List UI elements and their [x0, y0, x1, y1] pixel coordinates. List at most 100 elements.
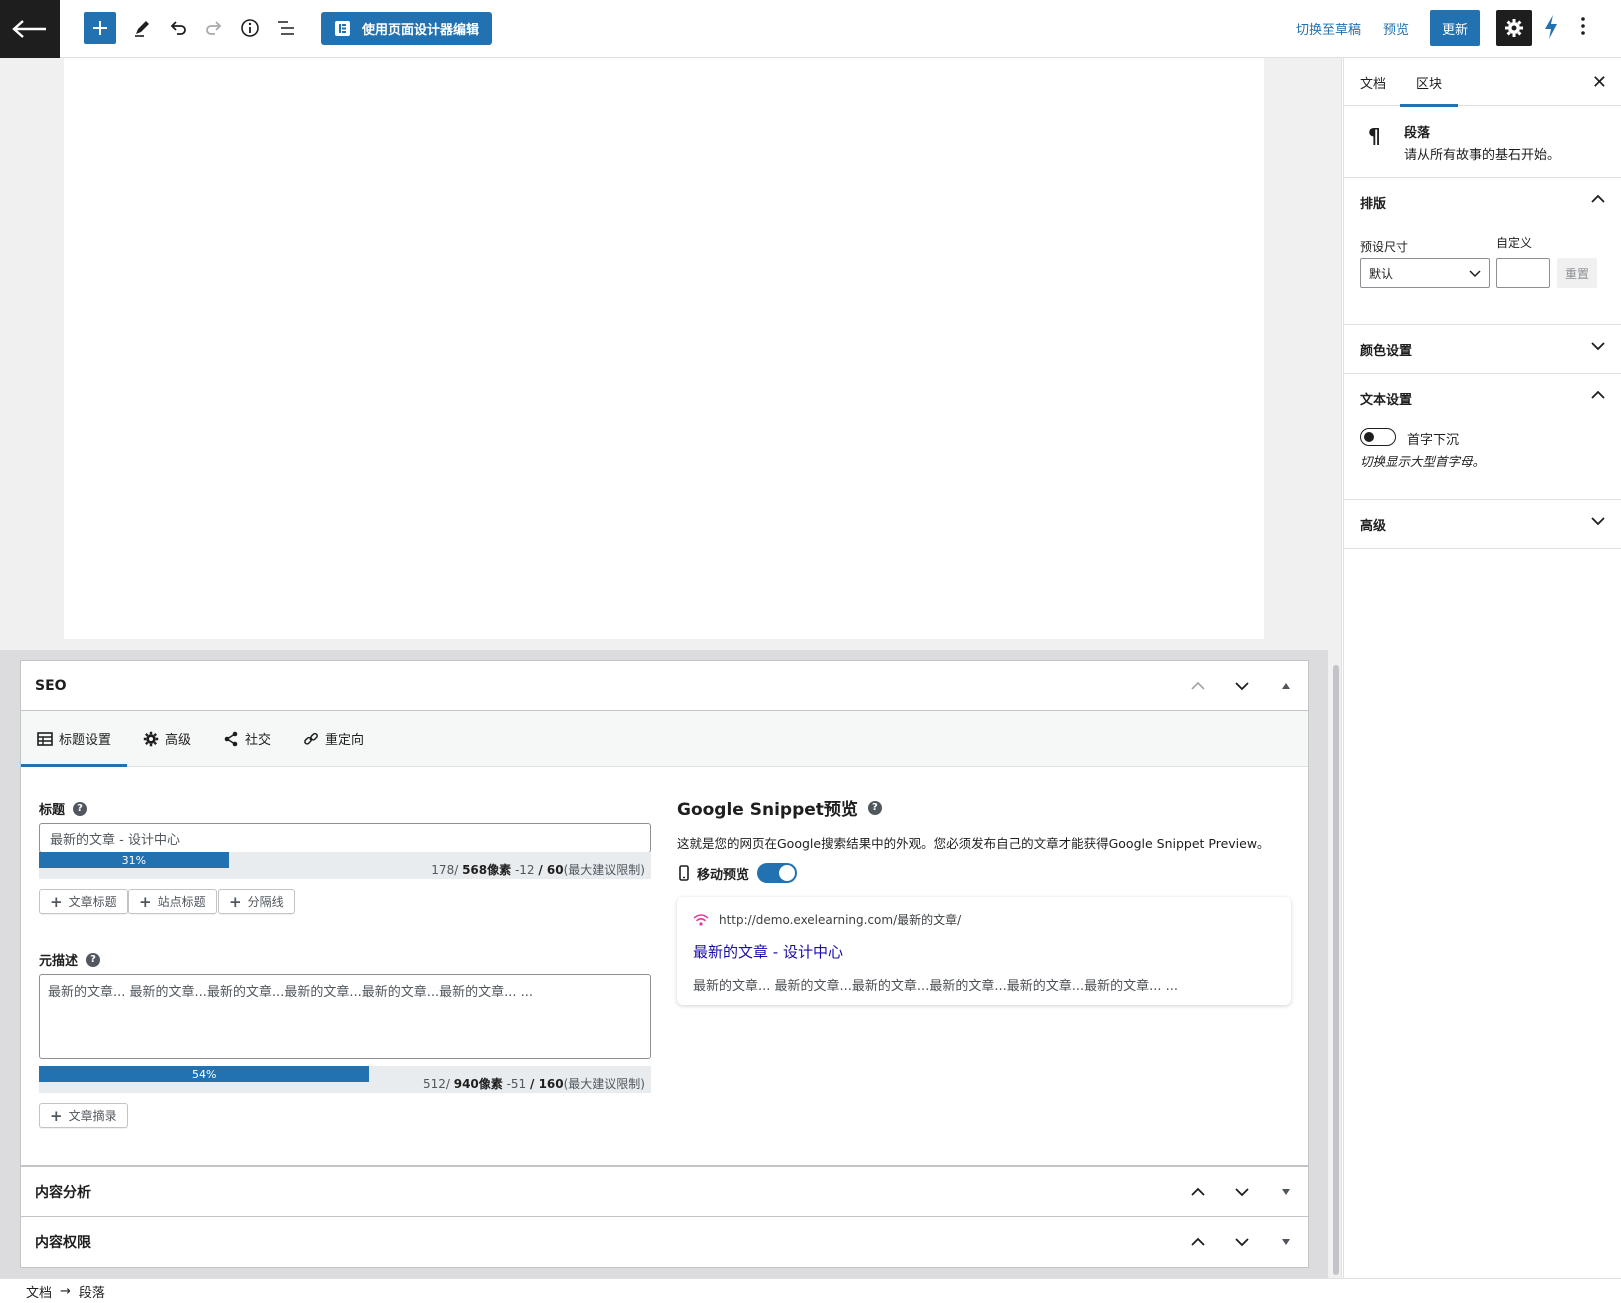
list-view-button[interactable]: [270, 12, 302, 44]
snippet-preview-heading: Google Snippet预览 ?: [677, 795, 882, 820]
triangle-up-icon: [1282, 683, 1290, 689]
insert-excerpt-button[interactable]: + 文章摘录: [39, 1103, 128, 1128]
seo-tab-content: 标题 ? 最新的文章 - 设计中心 31% 178/ 568像素 -12 / 6…: [21, 767, 1308, 1165]
advanced-title: 高级: [1360, 518, 1387, 534]
content-access-controls: [1176, 1217, 1308, 1267]
page-designer-label: 使用页面设计器编辑: [362, 23, 480, 38]
toggle-panel-button[interactable]: [1264, 1167, 1308, 1217]
move-up-button[interactable]: [1176, 661, 1220, 711]
seo-title-input[interactable]: 最新的文章 - 设计中心: [39, 823, 651, 853]
tools-button[interactable]: [126, 12, 158, 44]
seo-box-controls: [1176, 661, 1308, 711]
back-arrow-button[interactable]: [0, 0, 60, 58]
mobile-preview-toggle[interactable]: [757, 863, 798, 883]
toggle-panel-button[interactable]: [1264, 1217, 1308, 1267]
gear-icon: [1505, 19, 1523, 37]
arrow-left-icon: [12, 20, 46, 38]
editor-canvas[interactable]: [64, 58, 1264, 639]
performance-button[interactable]: [1543, 14, 1559, 44]
tab-advanced[interactable]: 高级: [127, 711, 207, 766]
block-breadcrumb: 文档 → 段落: [0, 1278, 1621, 1303]
snippet-url-row: http://demo.exelearning.com/最新的文章/: [693, 911, 961, 928]
drop-cap-toggle[interactable]: [1360, 428, 1396, 446]
toggle-panel-button[interactable]: [1264, 661, 1308, 711]
move-up-button[interactable]: [1176, 1217, 1220, 1267]
help-icon[interactable]: ?: [86, 952, 101, 967]
content-analysis-header[interactable]: 内容分析: [21, 1167, 1308, 1217]
elementor-icon: [335, 21, 350, 36]
lightning-bolt-icon: [1545, 15, 1557, 39]
breadcrumb-paragraph[interactable]: 段落: [79, 1282, 105, 1301]
editor-toolbar: 使用页面设计器编辑 切换至草稿 预览 更新: [0, 0, 1621, 58]
close-icon[interactable]: ✕: [1592, 72, 1607, 93]
chevron-up-icon: [1591, 390, 1605, 399]
undo-button[interactable]: [162, 12, 194, 44]
redo-icon: [206, 21, 222, 35]
insert-site-title-button[interactable]: + 站点标题: [128, 889, 217, 914]
custom-size-label: 自定义: [1496, 236, 1533, 250]
google-snippet-card: http://demo.exelearning.com/最新的文章/ 最新的文章…: [677, 897, 1291, 1005]
seo-box-header: SEO: [21, 661, 1308, 711]
help-icon[interactable]: ?: [867, 800, 882, 815]
advanced-panel-header[interactable]: 高级: [1344, 500, 1621, 548]
tab-document[interactable]: 文档: [1344, 58, 1402, 106]
triangle-down-icon: [1282, 1239, 1290, 1245]
color-settings-header[interactable]: 颜色设置: [1344, 325, 1621, 373]
add-block-button[interactable]: [84, 12, 116, 44]
switch-to-draft-link[interactable]: 切换至草稿: [1296, 19, 1361, 38]
help-icon[interactable]: ?: [73, 801, 88, 816]
plus-icon: +: [229, 892, 242, 911]
chevron-down-icon: [1235, 682, 1249, 691]
chevron-up-icon: [1591, 194, 1605, 203]
move-down-button[interactable]: [1220, 1217, 1264, 1267]
meta-boxes-area: SEO 标题设置 高级 社交 重定向 标题 ? 最新的文章 - 设计中心 31%…: [0, 650, 1328, 1280]
move-down-button[interactable]: [1220, 661, 1264, 711]
details-button[interactable]: [234, 12, 266, 44]
list-view-icon: [278, 21, 294, 35]
tab-social-label: 社交: [245, 733, 272, 748]
snippet-description: 这就是您的网页在Google搜索结果中的外观。您必须发布自己的文章才能获得Goo…: [677, 836, 1270, 851]
font-size-select[interactable]: 默认: [1360, 258, 1490, 288]
description-meter-fill: 54%: [39, 1066, 370, 1082]
description-length-meter: 54% 512/ 940像素 -51 / 160(最大建议限制): [39, 1066, 651, 1093]
settings-button[interactable]: [1496, 10, 1532, 46]
undo-icon: [170, 21, 186, 35]
move-up-button[interactable]: [1176, 1167, 1220, 1217]
chevron-down-icon: [1591, 342, 1605, 351]
update-button[interactable]: 更新: [1430, 10, 1480, 46]
snippet-url: http://demo.exelearning.com/最新的文章/: [719, 913, 962, 927]
snippet-heading-text: Google Snippet预览: [677, 800, 858, 820]
tab-redirect-label: 重定向: [325, 733, 365, 748]
insert-separator-button[interactable]: + 分隔线: [218, 889, 295, 914]
move-down-button[interactable]: [1220, 1167, 1264, 1217]
drop-cap-help: 切换显示大型首字母。: [1360, 454, 1486, 469]
page-designer-button[interactable]: 使用页面设计器编辑: [321, 12, 492, 45]
redo-button[interactable]: [198, 12, 230, 44]
settings-sidebar: 文档 区块 ✕ ¶ 段落 请从所有故事的基石开始。 排版 预设尺寸 自定义 默认…: [1343, 58, 1621, 1278]
custom-font-size-input[interactable]: [1496, 258, 1550, 288]
content-access-header[interactable]: 内容权限: [21, 1217, 1308, 1267]
typography-panel-header[interactable]: 排版: [1344, 178, 1621, 226]
scrollbar-thumb[interactable]: [1333, 665, 1339, 1275]
preview-link[interactable]: 预览: [1383, 19, 1409, 38]
insert-post-title-button[interactable]: + 文章标题: [39, 889, 128, 914]
tab-title-settings[interactable]: 标题设置: [21, 711, 128, 767]
tab-block[interactable]: 区块: [1400, 58, 1459, 107]
plus-icon: +: [50, 892, 63, 911]
font-size-select-value: 默认: [1369, 266, 1394, 281]
meta-description-textarea[interactable]: 最新的文章... 最新的文章...最新的文章...最新的文章...最新的文章..…: [39, 974, 651, 1059]
breadcrumb-document[interactable]: 文档: [26, 1282, 52, 1301]
pencil-icon: [135, 21, 149, 37]
sidebar-tabs: 文档 区块 ✕: [1344, 58, 1621, 107]
options-button[interactable]: [1580, 14, 1586, 42]
reset-button[interactable]: 重置: [1557, 258, 1597, 288]
block-description: 请从所有故事的基石开始。: [1404, 148, 1561, 163]
tab-redirect[interactable]: 重定向: [287, 711, 380, 766]
description-meter-stat: 512/ 940像素 -51 / 160(最大建议限制): [422, 1077, 645, 1091]
content-analysis-controls: [1176, 1167, 1308, 1217]
more-vertical-icon: [1581, 17, 1585, 35]
plus-icon: +: [139, 892, 152, 911]
tab-social[interactable]: 社交: [207, 711, 287, 766]
text-settings-header[interactable]: 文本设置: [1344, 374, 1621, 422]
snippet-title[interactable]: 最新的文章 - 设计中心: [693, 941, 843, 962]
